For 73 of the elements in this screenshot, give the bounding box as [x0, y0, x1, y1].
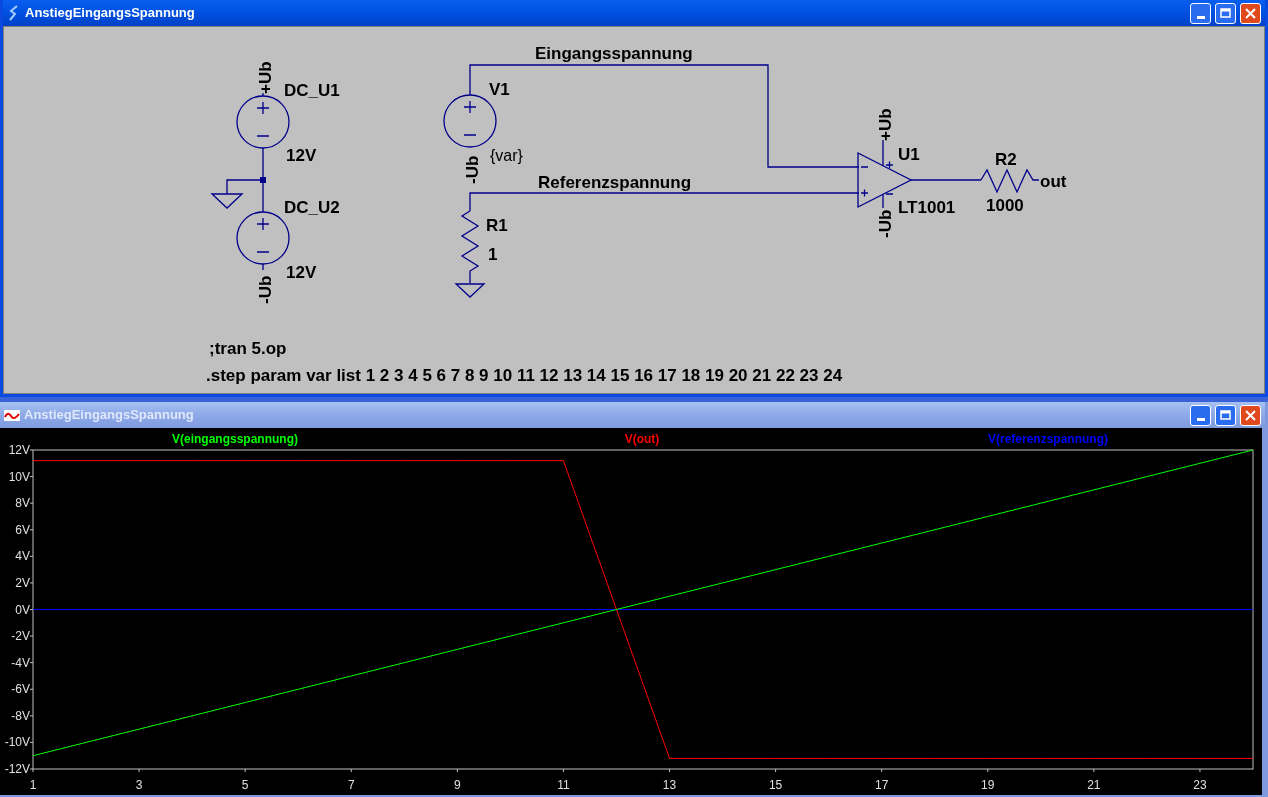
axis-tick-label: 9	[454, 778, 461, 792]
axis-tick-label: 8V	[15, 496, 30, 511]
axis-tick-label: 1	[29, 778, 37, 792]
minimize-icon	[1196, 15, 1205, 19]
axis-tick-label: -4V	[11, 655, 30, 670]
component-value: LT1001	[898, 198, 956, 217]
close-icon	[1245, 7, 1256, 19]
net-label: +Ub	[256, 61, 275, 94]
net-label: out	[1040, 172, 1067, 191]
axis-tick-label: -12V	[4, 762, 30, 776]
axis-tick-label: 0V	[15, 602, 30, 617]
component-value: 1	[488, 245, 498, 264]
component-name: DC_U1	[284, 81, 340, 100]
wire	[226, 147, 264, 213]
axis-tick-label: 21	[1087, 778, 1101, 792]
waveform-icon	[4, 408, 20, 422]
net-label: Eingangsspannung	[535, 44, 693, 63]
spice-directive: .step param var list 1 2 3 4 5 6 7 8 9 10 11 12 13 14 15 16 17 18 19 20 21 22 23 24	[206, 366, 843, 385]
legend-label: V(out)	[624, 432, 660, 446]
axis-tick-label: 2V	[15, 575, 30, 590]
component-name: U1	[898, 145, 920, 164]
resistor-drawing	[980, 168, 1040, 194]
maximize-button[interactable]	[1215, 404, 1236, 426]
axis-tick-label: 6V	[15, 522, 30, 537]
axis-tick-label: 5	[241, 778, 249, 792]
component-value: 1000	[986, 196, 1024, 215]
window-title: AnstiegEingangsSpannung	[25, 4, 196, 23]
axis-tick-label: -2V	[11, 629, 30, 644]
axis-tick-label: -10V	[4, 735, 30, 750]
voltage-source-drawing	[443, 94, 497, 148]
net-label: Referenzspannung	[538, 173, 692, 192]
close-button[interactable]	[1240, 404, 1261, 426]
component-value: 12V	[286, 146, 317, 165]
axis-tick-label: -8V	[11, 708, 30, 723]
wire	[262, 263, 264, 271]
axis-tick-label: 17	[875, 778, 889, 792]
axis-tick-label: 4V	[15, 549, 30, 564]
axis-tick-label: 10V	[8, 469, 30, 484]
legend-label: V(eingangsspannung)	[172, 432, 298, 446]
axis-tick-label: 11	[557, 778, 570, 792]
component-value: {var}	[490, 147, 523, 164]
legend-label: V(referenzspannung)	[988, 432, 1108, 446]
maximize-button[interactable]	[1215, 2, 1236, 24]
window-title: AnstiegEingangsSpannung	[24, 406, 195, 425]
axis-tick-label: 15	[768, 778, 783, 792]
axis-tick-label: 7	[347, 778, 355, 792]
minimize-button[interactable]	[1190, 2, 1211, 24]
net-label: -Ub	[876, 209, 895, 238]
close-icon	[1245, 409, 1256, 421]
ground-icon	[210, 193, 244, 209]
axis-tick-label: 12V	[8, 443, 30, 457]
net-label: -Ub	[256, 275, 275, 304]
component-name: R2	[995, 150, 1017, 169]
spice-directive: ;tran 5.op	[209, 339, 287, 358]
component-name: V1	[489, 80, 510, 99]
minimize-button[interactable]	[1190, 404, 1211, 426]
component-name: DC_U2	[284, 198, 340, 217]
component-name: R1	[486, 216, 508, 235]
axis-tick-label: 13	[662, 778, 677, 792]
wire	[262, 92, 264, 97]
ground-icon	[454, 283, 486, 298]
maximize-icon	[1220, 8, 1231, 18]
axis-tick-label: -6V	[11, 682, 30, 697]
net-label: -Ub	[463, 155, 482, 184]
minimize-icon	[1196, 417, 1205, 421]
net-label: +Ub	[876, 108, 895, 141]
axis-tick-label: 23	[1193, 778, 1207, 792]
axis-tick-label: 3	[135, 778, 143, 792]
close-button[interactable]	[1240, 2, 1261, 24]
maximize-icon	[1220, 410, 1231, 420]
axis-tick-label: 19	[981, 778, 995, 792]
component-value: 12V	[286, 263, 317, 282]
wire	[910, 179, 982, 181]
